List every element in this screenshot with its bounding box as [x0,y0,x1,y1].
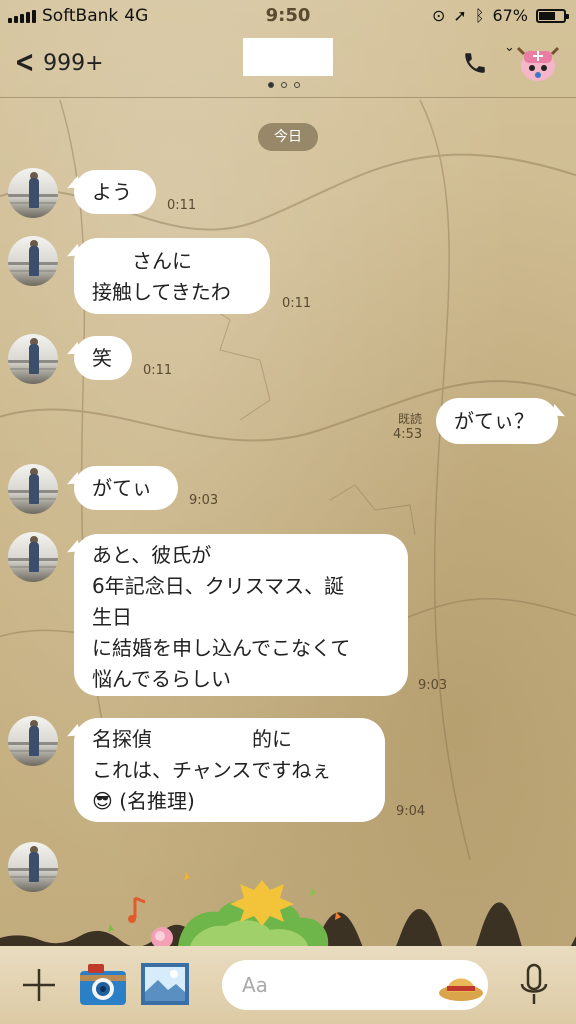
chevron-left-icon: < [14,45,35,80]
message-bubble[interactable]: がてぃ [74,466,178,510]
straw-hat-icon[interactable] [438,968,484,1002]
date-separator: 今日 [258,123,318,151]
page-dot [294,82,300,88]
chat-header: < 999+ ⌄ [0,32,576,98]
message-bubble[interactable]: よう [74,170,156,214]
unread-count: 999+ [43,50,104,76]
photo-icon[interactable] [140,962,190,1006]
message-time: 0:11 [282,296,312,311]
battery-icon [536,8,569,23]
chopper-avatar-icon[interactable] [514,42,562,86]
message-bubble-sent[interactable]: がてぃ？ [436,398,558,444]
message-time: 0:11 [167,198,197,213]
message-bubble[interactable]: 名探偵 的に これは、チャンスですねぇ 😎 (名推理) [74,718,385,822]
page-dot [268,82,274,88]
message-bubble[interactable]: あと、彼氏が 6年記念日、クリスマス、誕 生日 に結婚を申し込んでこなくて 悩ん… [74,534,408,696]
avatar[interactable] [8,236,58,286]
page-indicator [268,82,300,88]
message-input-bar: Aa [0,946,576,1024]
message-time: 9:04 [396,804,426,819]
status-bar: SoftBank 4G 9:50 ⊙ ➚ ᛒ 67% [0,0,576,32]
microphone-icon[interactable] [518,962,550,1008]
battery-percent: 67% [492,6,528,25]
camera-icon[interactable] [78,961,128,1007]
divider [0,97,576,98]
message-input-placeholder: Aa [242,973,268,997]
message-time: 0:11 [143,363,173,378]
avatar[interactable] [8,334,58,384]
location-icon: ➚ [453,6,467,25]
message-bubble[interactable]: 笑 [74,336,132,380]
page-dot [281,82,287,88]
bluetooth-icon: ᛒ [474,6,485,25]
avatar[interactable] [8,532,58,582]
avatar[interactable] [8,716,58,766]
chat-title-redacted[interactable] [243,38,333,76]
avatar[interactable] [8,168,58,218]
message-time: 4:53 [393,427,423,442]
read-receipt: 既読 [398,412,423,426]
rotation-lock-icon: ⊙ [432,6,446,25]
back-button[interactable]: < 999+ [12,48,104,78]
plus-icon[interactable] [20,966,58,1004]
message-bubble[interactable]: さんに 接触してきたわ [74,238,270,314]
avatar[interactable] [8,464,58,514]
message-time: 9:03 [189,493,219,508]
message-time: 9:03 [418,678,448,693]
chat-theme-decoration [0,872,576,946]
phone-icon[interactable] [462,50,488,76]
